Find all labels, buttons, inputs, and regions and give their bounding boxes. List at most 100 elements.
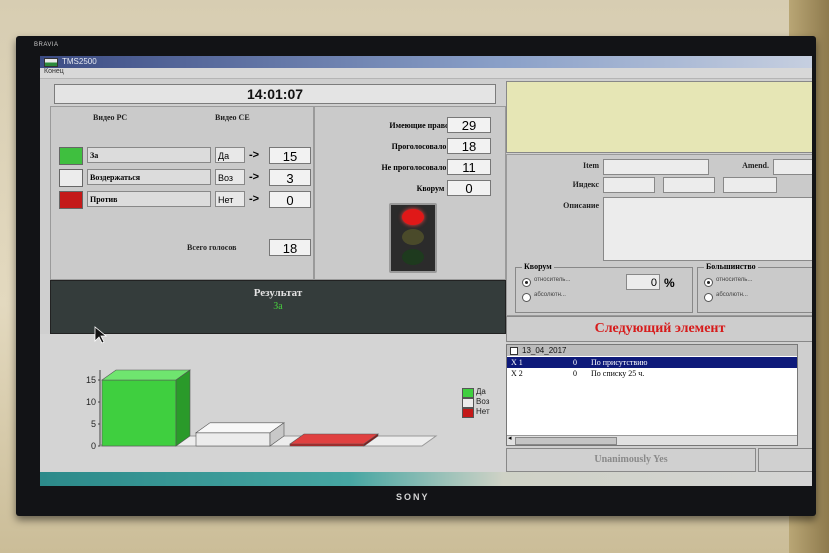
stat-not-voted-label: Не проголосовало:	[381, 163, 449, 172]
stats-panel: Имеющие право 29 Проголосовало: 18 Не пр…	[314, 106, 506, 280]
bar-top-Нет	[289, 433, 379, 445]
taskbar	[40, 472, 812, 486]
menu-item-exit[interactable]: Конец	[44, 68, 64, 75]
vote-code-abstain: Воз	[215, 169, 245, 185]
agenda-row-1[interactable]: X 1 0 По присутствию	[507, 357, 797, 368]
vote-code-yes: Да	[215, 147, 245, 163]
stat-eligible-value: 29	[447, 117, 491, 133]
agenda-list[interactable]: 13_04_2017 X 1 0 По присутствию X 2 0 По…	[506, 344, 798, 446]
majority-absolute-radio[interactable]	[704, 293, 713, 302]
info-panel	[506, 81, 812, 153]
traffic-yellow-lamp	[402, 229, 424, 245]
session-icon	[510, 346, 518, 355]
quorum-group: Кворум относитель... абсолютн... 0 %	[515, 262, 693, 313]
stat-quorum-label: Кворум :	[416, 184, 449, 193]
stat-not-voted-value: 11	[447, 159, 491, 175]
quorum-relative-radio[interactable]	[522, 278, 531, 287]
agenda-list-header: 13_04_2017	[507, 345, 797, 356]
flag-icon	[44, 58, 58, 67]
quorum-absolute-text: абсолютн...	[534, 292, 566, 298]
majority-absolute-text: абсолютн...	[716, 292, 748, 298]
quorum-absolute-radio[interactable]	[522, 293, 531, 302]
next-element-button[interactable]: Следующий элемент	[506, 316, 812, 342]
window-title: TMS2500	[62, 57, 97, 66]
vote-value-abstain: 3	[269, 169, 311, 186]
index-field-1[interactable]	[603, 177, 655, 193]
vote-label-against: Против	[87, 191, 211, 207]
majority-group: Большинство относитель... абсолютн...	[697, 262, 812, 313]
bar-side-Да	[175, 369, 191, 447]
vote-arrow-against: ->	[249, 193, 260, 205]
unanimously-yes-button[interactable]: Unanimously Yes	[506, 448, 756, 472]
vote-color-against	[59, 191, 83, 209]
vote-label-yes: За	[87, 147, 211, 163]
tv-screen: TMS2500 Конец 14:01:07 Видео PC Видео CE…	[40, 56, 812, 486]
vote-value-yes: 15	[269, 147, 311, 164]
quorum-relative-text: относитель...	[534, 277, 571, 283]
legend-yes: Да	[462, 387, 486, 398]
result-title: Результат	[253, 287, 303, 299]
scrollbar-thumb[interactable]	[515, 437, 617, 445]
agenda-row-2-text: По списку 25 ч.	[591, 369, 645, 378]
bar-top-Воз	[195, 422, 285, 434]
secondary-button[interactable]	[758, 448, 812, 472]
menu-bar: Конец	[40, 68, 812, 79]
traffic-red-lamp	[402, 209, 424, 225]
item-label: Item	[583, 161, 599, 170]
header-video-ce: Видео CE	[215, 113, 250, 122]
agenda-row-1-text: По присутствию	[591, 358, 648, 367]
vote-arrow-yes: ->	[249, 149, 260, 161]
stat-voted-value: 18	[447, 138, 491, 154]
item-field[interactable]	[603, 159, 709, 175]
vote-label-abstain: Воздержаться	[87, 169, 211, 185]
agenda-row-1-id: X 1	[511, 358, 523, 367]
stat-voted-label: Проголосовало:	[391, 142, 449, 151]
total-votes-label: Всего голосов	[187, 243, 237, 252]
vote-arrow-abstain: ->	[249, 171, 260, 183]
quorum-percent-field[interactable]: 0	[626, 274, 660, 290]
agenda-row-2-num: 0	[573, 369, 577, 378]
majority-relative-radio[interactable]	[704, 278, 713, 287]
horizontal-scrollbar[interactable]: ◂	[507, 435, 797, 445]
legend-against: Нет	[462, 407, 490, 418]
quorum-group-title: Кворум	[522, 262, 554, 271]
result-value: За	[273, 301, 283, 312]
agenda-list-title: 13_04_2017	[522, 346, 567, 355]
mouse-cursor-icon	[94, 326, 108, 349]
bar-Воз	[195, 432, 271, 447]
y-tick-label: 15	[86, 375, 96, 385]
title-bar: TMS2500	[40, 56, 812, 68]
amend-field[interactable]	[773, 159, 812, 175]
tv-frame: BRAVIA SONY TMS2500 Конец 14:01:07 Видео…	[16, 36, 816, 516]
scroll-left-icon[interactable]: ◂	[508, 434, 512, 442]
legend-against-label: Нет	[476, 407, 490, 416]
agenda-row-2-id: X 2	[511, 369, 523, 378]
result-panel: Результат За	[50, 280, 506, 334]
total-votes-value: 18	[269, 239, 311, 256]
tv-brand-bottom: SONY	[396, 492, 430, 502]
description-field[interactable]	[603, 197, 812, 261]
y-tick-label: 0	[91, 441, 96, 451]
bar-top-Да	[101, 369, 191, 381]
description-label: Описание	[563, 201, 599, 210]
majority-group-title: Большинство	[704, 262, 758, 271]
legend-abstain: Воз	[462, 397, 490, 408]
tv-brand-top: BRAVIA	[34, 42, 59, 48]
traffic-green-lamp	[402, 249, 424, 265]
stat-eligible-label: Имеющие право	[389, 121, 449, 130]
vote-code-against: Нет	[215, 191, 245, 207]
vote-color-abstain	[59, 169, 83, 187]
quorum-percent-unit: %	[664, 276, 675, 290]
bar-Да	[101, 379, 177, 447]
y-tick-label: 10	[86, 397, 96, 407]
index-field-2[interactable]	[663, 177, 715, 193]
header-video-pc: Видео PC	[93, 113, 128, 122]
clock-display: 14:01:07	[54, 84, 496, 104]
y-tick-label: 5	[91, 419, 96, 429]
index-label: Индекс	[572, 180, 599, 189]
agenda-row-2[interactable]: X 2 0 По списку 25 ч.	[507, 368, 797, 379]
majority-relative-text: относитель...	[716, 277, 753, 283]
vote-color-yes	[59, 147, 83, 165]
legend-abstain-label: Воз	[476, 397, 490, 406]
index-field-3[interactable]	[723, 177, 777, 193]
